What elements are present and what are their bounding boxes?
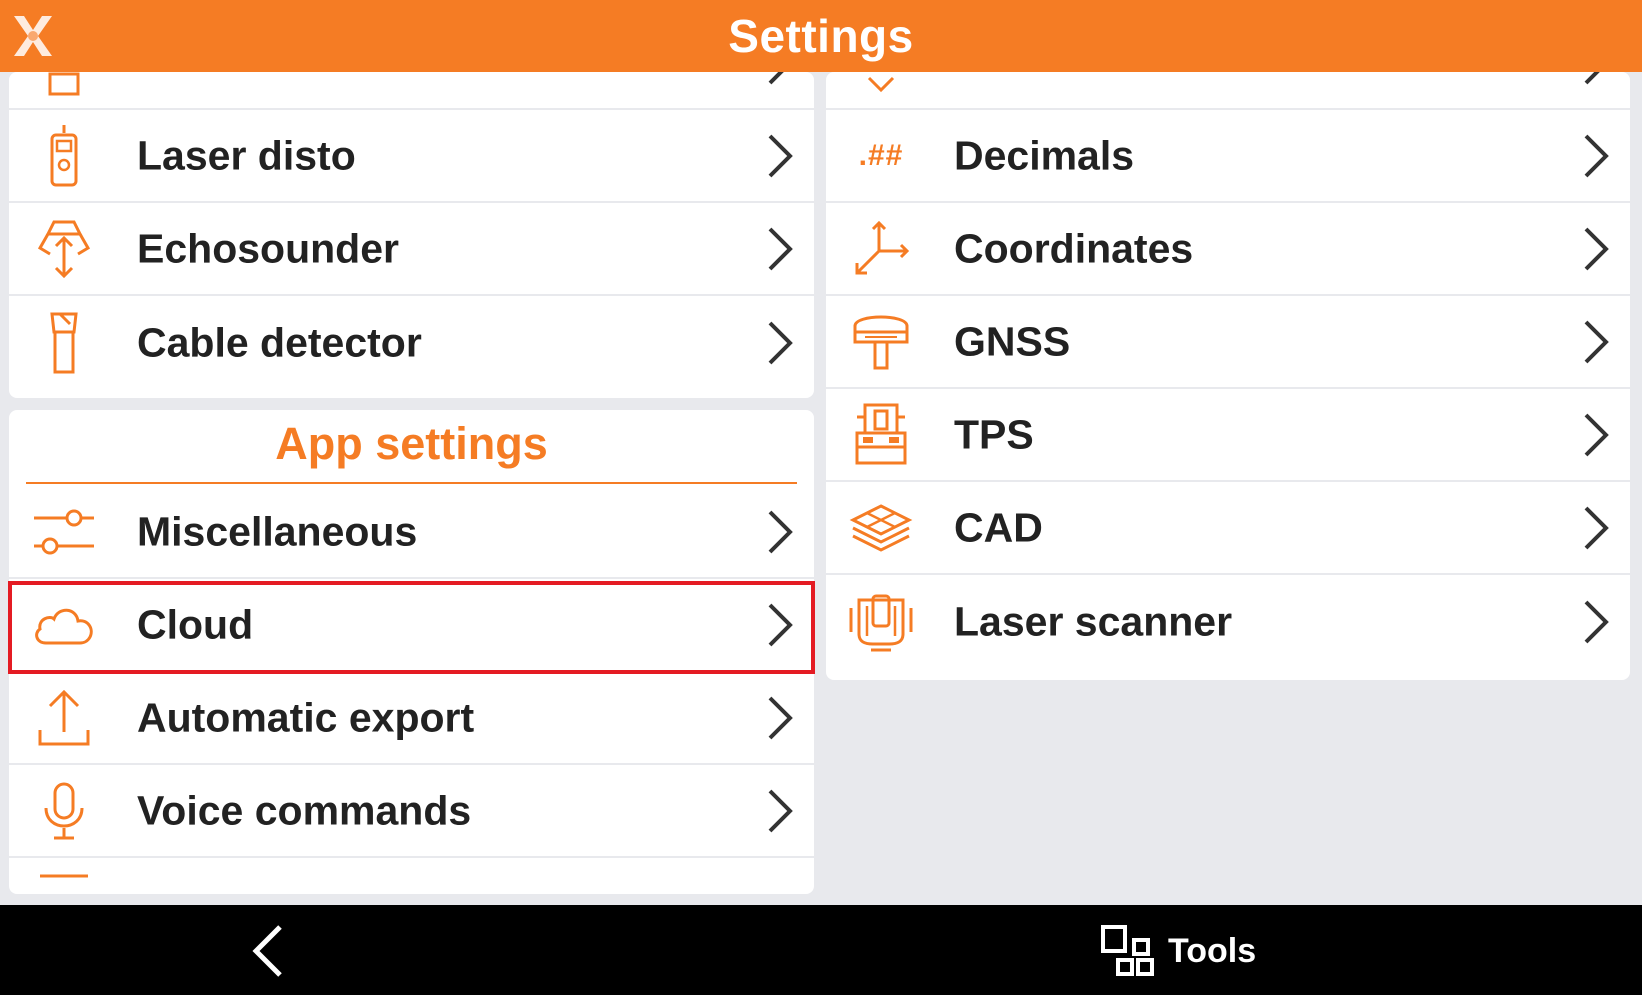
chevron-right-icon [1584,320,1609,363]
chevron-right-icon [768,603,793,646]
sliders-icon [31,499,97,565]
echosounder-icon [31,216,97,282]
list-item-cloud[interactable]: Cloud [9,579,814,672]
chevron-right-icon [768,789,793,832]
page-title: Settings [728,10,914,62]
list-item-miscellaneous[interactable]: Miscellaneous [9,486,814,579]
list-item-label: Laser disto [137,132,356,178]
list-item-voice-commands[interactable]: Voice commands [9,765,814,858]
total-station-icon [848,402,914,468]
item-icon [848,72,914,96]
app-logo-icon[interactable] [10,12,56,60]
list-item-label: Automatic export [137,694,475,740]
list-item-label: Laser scanner [954,598,1233,644]
chevron-right-icon [768,72,784,84]
list-item-label: Echosounder [137,225,399,271]
list-item-label: GNSS [954,318,1071,364]
list-item-cable-detector[interactable]: Cable detector [9,296,814,389]
item-icon [31,872,97,895]
list-item-label: Voice commands [137,787,472,833]
chevron-right-icon [1584,72,1600,84]
list-item-label: Miscellaneous [137,508,418,554]
chevron-left-icon [252,925,282,977]
list-item-label: Cable detector [137,319,422,365]
chevron-right-icon [768,227,793,270]
tools-button[interactable]: Tools [1100,923,1256,979]
chevron-right-icon [1584,413,1609,456]
devices-card: Laser disto Echosounder Cable detector [9,72,814,398]
upload-icon [31,685,97,751]
project-settings-card: .## Decimals Coordinates GNSS TPS CAD La… [826,72,1630,680]
chevron-right-icon [1584,227,1609,270]
chevron-right-icon [768,510,793,553]
list-item-label: Coordinates [954,225,1194,271]
chevron-right-icon [1584,506,1609,549]
back-button[interactable] [240,921,300,981]
chevron-right-icon [768,134,793,177]
app-settings-card: App settings Miscellaneous Cloud Automat… [9,410,814,894]
list-item-partial[interactable] [826,72,1630,110]
top-bar: Settings [0,0,1642,72]
list-item-partial[interactable] [9,72,814,110]
axes-icon [848,216,914,282]
tools-label: Tools [1168,931,1257,970]
list-item-laser-disto[interactable]: Laser disto [9,110,814,203]
list-item-laser-scanner[interactable]: Laser scanner [826,575,1630,668]
section-divider [26,482,797,484]
microphone-icon [31,778,97,844]
tools-icon [1101,925,1154,976]
list-item-partial[interactable] [9,858,814,894]
list-item-gnss[interactable]: GNSS [826,296,1630,389]
decimals-icon: .## [858,138,904,172]
list-item-label: TPS [954,411,1034,457]
list-item-echosounder[interactable]: Echosounder [9,203,814,296]
cable-detector-icon [31,310,97,376]
list-item-automatic-export[interactable]: Automatic export [9,672,814,765]
section-title: App settings [275,418,548,469]
list-item-cad[interactable]: CAD [826,482,1630,575]
chevron-right-icon [1584,134,1609,177]
gnss-antenna-icon [848,309,914,375]
chevron-right-icon [768,696,793,739]
cloud-icon [31,592,97,658]
chevron-right-icon [1584,600,1609,643]
list-item-decimals[interactable]: .## Decimals [826,110,1630,203]
layers-icon [848,495,914,561]
list-item-coordinates[interactable]: Coordinates [826,203,1630,296]
device-icon [31,72,97,96]
list-item-label: Cloud [137,601,254,647]
laser-disto-icon [31,123,97,189]
list-item-label: Decimals [954,132,1135,178]
laser-scanner-icon [848,589,914,655]
list-item-tps[interactable]: TPS [826,389,1630,482]
chevron-right-icon [768,321,793,364]
list-item-label: CAD [954,504,1043,550]
bottom-bar: Tools [0,905,1642,995]
